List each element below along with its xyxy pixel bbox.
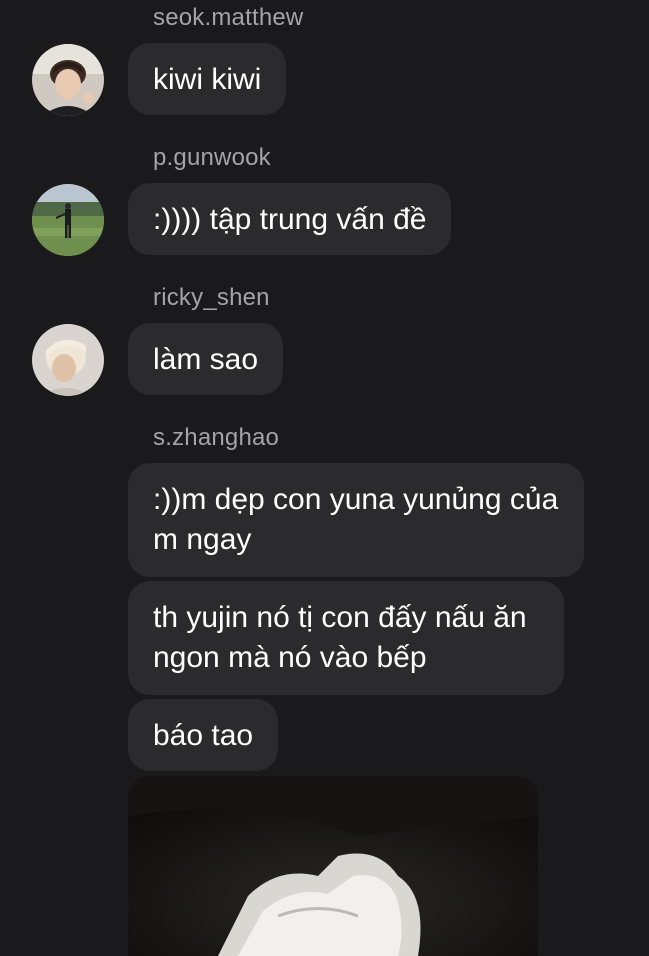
sender-name: s.zhanghao [153, 424, 280, 451]
photo-attachment[interactable] [128, 776, 538, 956]
avatar-image [32, 44, 104, 116]
message-bubble[interactable]: :)))) tập trung vấn đề [128, 183, 452, 255]
avatar-image [32, 324, 104, 396]
avatar-seok-matthew[interactable] [32, 44, 104, 116]
message-bubble[interactable]: :))m dẹp con yuna yunủng của m ngay [128, 463, 584, 577]
sender-name: seok.matthew [153, 4, 304, 31]
avatar-image [32, 184, 104, 256]
message-bubble[interactable]: kiwi kiwi [128, 43, 287, 115]
message-bubble[interactable]: làm sao [128, 323, 284, 395]
avatar-ricky-shen[interactable] [32, 324, 104, 396]
photo-image [128, 776, 538, 956]
sender-name: p.gunwook [153, 144, 271, 171]
avatar-p-gunwook[interactable] [32, 184, 104, 256]
sender-name: ricky_shen [153, 284, 270, 311]
message-bubble[interactable]: báo tao [128, 699, 279, 771]
message-bubble[interactable]: th yujin nó tị con đấy nấu ăn ngon mà nó… [128, 581, 564, 695]
